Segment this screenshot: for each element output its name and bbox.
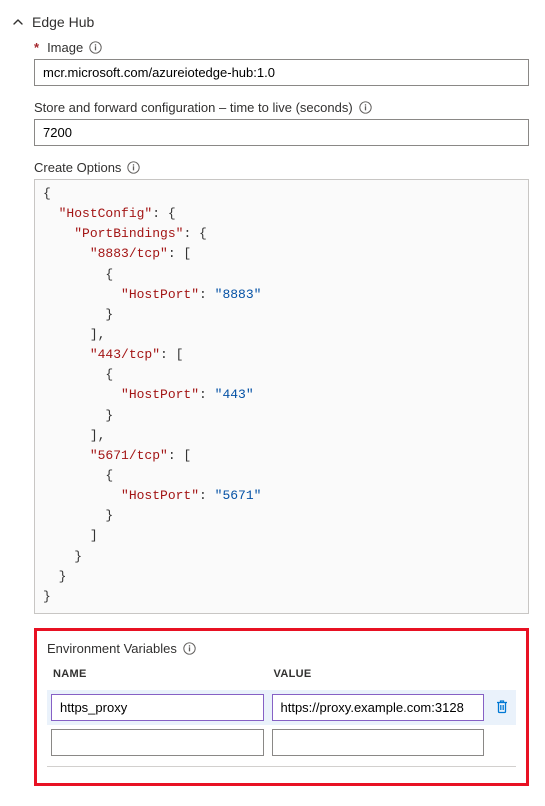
field-create-options: Create Options { "HostConfig": { "PortBi… xyxy=(34,160,529,614)
image-input[interactable] xyxy=(34,59,529,86)
info-icon[interactable] xyxy=(89,41,102,54)
info-icon[interactable] xyxy=(127,161,140,174)
env-name-input[interactable] xyxy=(51,729,264,756)
info-icon[interactable] xyxy=(183,642,196,655)
section-title: Edge Hub xyxy=(32,14,94,30)
create-options-editor[interactable]: { "HostConfig": { "PortBindings": { "888… xyxy=(34,179,529,614)
env-label-row: Environment Variables xyxy=(47,641,516,656)
info-icon[interactable] xyxy=(359,101,372,114)
env-name-input[interactable] xyxy=(51,694,264,721)
field-image: * Image xyxy=(34,40,529,86)
env-header-name: NAME xyxy=(47,660,268,690)
env-row xyxy=(47,690,516,725)
table-bottom-border xyxy=(47,766,516,767)
ttl-input[interactable] xyxy=(34,119,529,146)
required-marker: * xyxy=(34,40,39,55)
env-table: NAME VALUE xyxy=(47,660,516,760)
ttl-label: Store and forward configuration – time t… xyxy=(34,100,353,115)
trash-icon xyxy=(494,698,510,717)
env-header-value: VALUE xyxy=(268,660,489,690)
ttl-label-row: Store and forward configuration – time t… xyxy=(34,100,529,115)
environment-variables-section: Environment Variables NAME VALUE xyxy=(34,628,529,786)
field-ttl: Store and forward configuration – time t… xyxy=(34,100,529,146)
image-label: Image xyxy=(47,40,83,55)
env-section-label: Environment Variables xyxy=(47,641,177,656)
delete-row-button[interactable] xyxy=(492,696,512,719)
create-options-label: Create Options xyxy=(34,160,121,175)
env-value-input[interactable] xyxy=(272,729,485,756)
section-header[interactable]: Edge Hub xyxy=(12,8,533,40)
env-value-input[interactable] xyxy=(272,694,485,721)
chevron-up-icon xyxy=(12,16,24,28)
env-row xyxy=(47,725,516,760)
image-label-row: * Image xyxy=(34,40,529,55)
create-options-label-row: Create Options xyxy=(34,160,529,175)
